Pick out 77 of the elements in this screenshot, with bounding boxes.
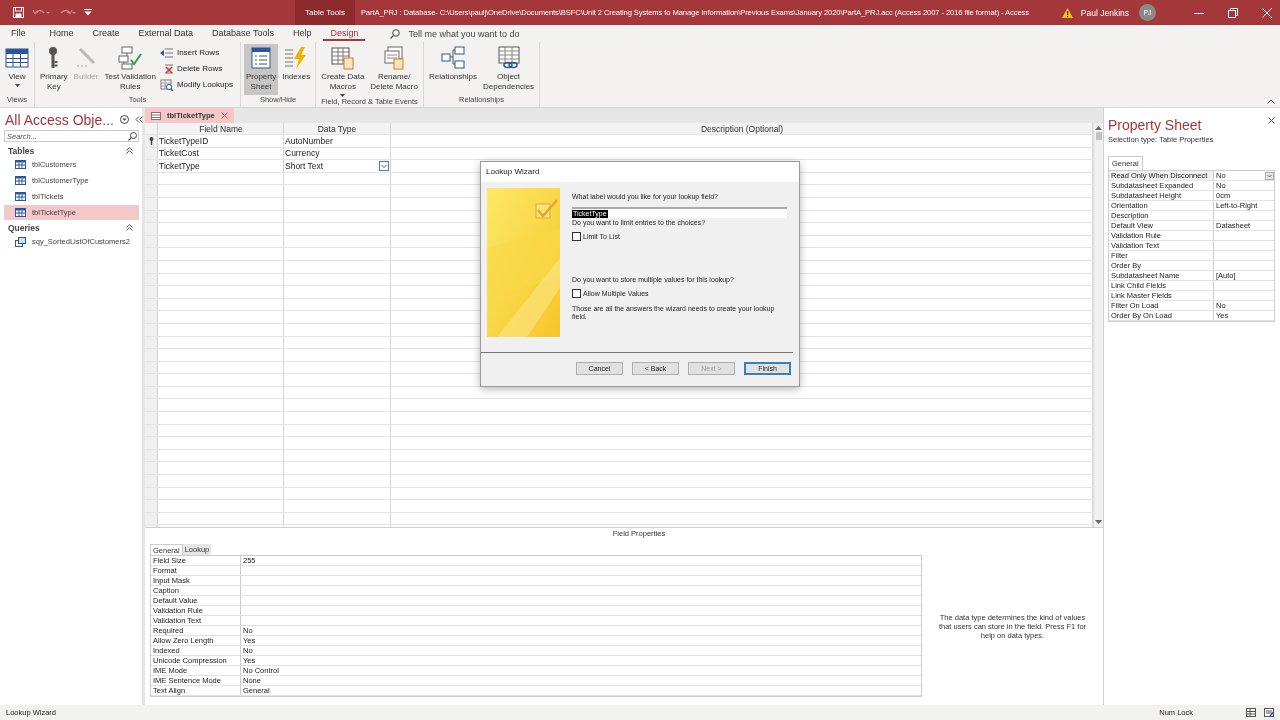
property-sheet-icon [249, 46, 274, 70]
ribbon-tab[interactable]: Create [85, 26, 127, 41]
key-icon [148, 136, 154, 145]
navigation-title: All Access Obje... [5, 111, 114, 128]
data-type-cell[interactable]: AutoNumber [284, 135, 391, 147]
collapse-chevrons-icon[interactable] [126, 224, 133, 231]
lookup-icon [159, 78, 174, 91]
ribbon-button[interactable]: Property Sheet [243, 44, 279, 95]
dialog-title: Lookup Wizard [481, 162, 799, 182]
table-icon [151, 111, 161, 120]
close-icon[interactable] [1268, 117, 1275, 124]
ribbon-button[interactable]: Delete Rows [159, 61, 237, 76]
scrollbar[interactable] [1093, 123, 1103, 527]
ribbon-button[interactable]: Modify Lookups [159, 77, 237, 92]
insert-rows-icon [159, 46, 174, 59]
lightning-icon [284, 46, 309, 70]
ribbon-tab[interactable]: Database Tools [205, 26, 281, 41]
key-icon [49, 47, 59, 68]
ribbon-tab[interactable]: File [11, 26, 33, 41]
context-tab-label: Table Tools [295, 0, 355, 25]
collapse-ribbon-icon[interactable] [1267, 99, 1275, 104]
restore-icon[interactable] [1228, 7, 1238, 18]
search-icon [390, 28, 401, 39]
data-type-cell[interactable]: Currency [284, 147, 391, 160]
ribbon-button[interactable]: Rename/ Delete Macro [368, 44, 420, 97]
tell-me-search[interactable]: Tell me what you want to do [390, 28, 520, 39]
table-icon [15, 160, 26, 169]
column-header[interactable]: Field Name [158, 123, 284, 134]
table-icon [5, 46, 29, 70]
scroll-down-icon[interactable] [1095, 520, 1102, 524]
ribbon-button[interactable]: Test Validation Rules [102, 44, 158, 95]
query-icon [15, 236, 26, 247]
user-name[interactable]: Paul Jenkins [1080, 7, 1129, 18]
macro-documents-icon [382, 46, 407, 70]
table-icon [15, 192, 26, 201]
field-name-cell[interactable]: TicketType [158, 160, 284, 172]
table-icon [15, 208, 26, 217]
design-view-icon[interactable] [1264, 708, 1274, 717]
ribbon-button[interactable]: Relationships [426, 44, 479, 95]
scrollbar-thumb[interactable] [1095, 132, 1102, 140]
ribbon-tab[interactable]: External Data [131, 26, 201, 41]
ribbon-button[interactable]: Object Dependencies [480, 44, 537, 95]
warning-icon[interactable] [1061, 7, 1073, 18]
datasheet-view-icon[interactable] [1246, 708, 1256, 717]
checkbox-icon[interactable] [572, 232, 581, 241]
dropdown-button-icon[interactable] [379, 161, 389, 171]
dropdown-button-icon[interactable] [1265, 171, 1274, 180]
collapse-chevrons-icon[interactable] [126, 147, 133, 154]
macro-table-icon [330, 46, 355, 70]
scroll-up-icon[interactable] [1095, 126, 1102, 130]
customize-caret-icon[interactable] [84, 9, 92, 16]
data-type-cell[interactable]: Short Text [284, 160, 391, 172]
ribbon-tab[interactable]: Help [285, 26, 319, 41]
ribbon-button[interactable]: Primary Key [38, 44, 70, 95]
group-header[interactable]: Tables [8, 145, 35, 156]
dropdown-circle-icon[interactable] [119, 115, 129, 124]
pane-title: Property Sheet [1108, 117, 1202, 133]
table-icon [15, 176, 26, 185]
field-name-cell[interactable]: TicketTypeID [158, 135, 284, 147]
field-name-cell[interactable]: TicketCost [158, 147, 284, 160]
close-icon[interactable] [220, 112, 228, 119]
search-icon [128, 131, 137, 141]
group-header[interactable]: Queries [8, 222, 40, 233]
relationships-icon [440, 46, 465, 70]
ribbon-button[interactable]: Insert Rows [159, 45, 237, 60]
ribbon-button[interactable]: View [3, 44, 31, 95]
flowchart-icon [118, 46, 143, 70]
row-selector[interactable] [145, 135, 158, 147]
ribbon-button[interactable]: Indexes [280, 44, 313, 95]
column-header[interactable]: Data Type [284, 123, 391, 134]
save-icon[interactable] [13, 7, 24, 18]
checkbox-icon[interactable] [572, 289, 581, 298]
wand-icon [74, 46, 98, 70]
table-link-icon [496, 46, 521, 70]
ribbon-tab[interactable]: Home [42, 26, 81, 41]
ribbon-button[interactable]: Create Data Macros [319, 44, 367, 97]
shutter-chevrons-icon[interactable] [134, 116, 143, 123]
